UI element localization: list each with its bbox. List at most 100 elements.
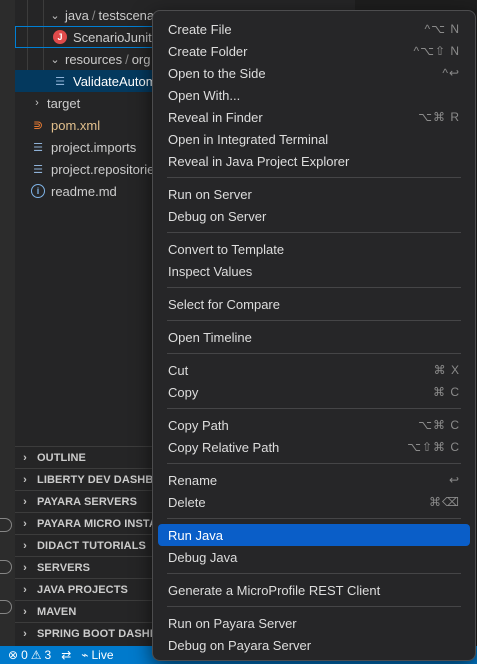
live-share-toggle[interactable]: ⇄	[61, 648, 71, 662]
panel-title: PAYARA SERVERS	[37, 495, 138, 508]
menu-item-label: Reveal in Java Project Explorer	[168, 153, 350, 169]
menu-divider	[167, 463, 461, 464]
chevron-right-icon: ›	[23, 539, 27, 552]
chevron-right-icon: ›	[23, 583, 27, 596]
panel-title: MAVEN	[37, 605, 77, 618]
chevron-right-icon: ›	[23, 495, 27, 508]
menu-item-shortcut: ⌘⌫	[429, 495, 460, 509]
live-server-button[interactable]: ⌁ Live	[81, 648, 113, 662]
menu-item-label: Debug Java	[168, 549, 238, 565]
menu-item-label: Delete	[168, 494, 206, 510]
menu-item-convert-to-template[interactable]: Convert to Template	[158, 238, 470, 260]
menu-divider	[167, 320, 461, 321]
menu-item-debug-on-payara[interactable]: Debug on Payara Server	[158, 634, 470, 656]
menu-item-copy-path[interactable]: Copy Path ⌥⌘ C	[158, 414, 470, 436]
java-file-icon: J	[53, 30, 67, 44]
panel-title: JAVA PROJECTS	[37, 583, 128, 596]
menu-item-label: Select for Compare	[168, 296, 280, 312]
menu-item-debug-on-server[interactable]: Debug on Server	[158, 205, 470, 227]
menu-item-label: Open With...	[168, 87, 241, 103]
menu-item-label: Copy	[168, 384, 199, 400]
menu-item-label: Copy Relative Path	[168, 439, 280, 455]
menu-divider	[167, 606, 461, 607]
menu-divider	[167, 408, 461, 409]
menu-item-open-in-terminal[interactable]: Open in Integrated Terminal	[158, 128, 470, 150]
live-share-icon: ⇄	[61, 648, 72, 662]
tree-label-sub: org	[131, 51, 151, 67]
menu-item-delete[interactable]: Delete ⌘⌫	[158, 491, 470, 513]
menu-item-label: Run on Payara Server	[168, 615, 297, 631]
menu-item-shortcut: ⌥⌘ R	[418, 110, 460, 124]
chevron-right-icon: ›	[23, 561, 27, 574]
menu-item-cut[interactable]: Cut ⌘ X	[158, 359, 470, 381]
menu-item-open-timeline[interactable]: Open Timeline	[158, 326, 470, 348]
menu-item-create-file[interactable]: Create File ^⌥ N	[158, 18, 470, 40]
menu-item-reveal-java-explorer[interactable]: Reveal in Java Project Explorer	[158, 150, 470, 172]
live-label: Live	[91, 648, 114, 662]
menu-item-run-on-server[interactable]: Run on Server	[158, 183, 470, 205]
menu-item-open-with[interactable]: Open With...	[158, 84, 470, 106]
menu-item-label: Generate a MicroProfile REST Client	[168, 582, 381, 598]
accounts-icon[interactable]	[0, 560, 12, 574]
panel-title: OUTLINE	[37, 451, 86, 464]
menu-item-shortcut: ⌘ C	[433, 385, 460, 399]
menu-item-shortcut: ↩	[448, 473, 460, 487]
menu-item-create-folder[interactable]: Create Folder ^⌥⇧ N	[158, 40, 470, 62]
extensions-icon[interactable]	[0, 518, 12, 532]
menu-item-label: Copy Path	[168, 417, 229, 433]
menu-item-rename[interactable]: Rename ↩	[158, 469, 470, 491]
tree-label: pom.xml	[51, 117, 101, 133]
text-file-icon: ☰	[55, 75, 65, 88]
menu-item-label: Rename	[168, 472, 218, 488]
menu-item-shortcut: ⌥⌘ C	[418, 418, 460, 432]
broadcast-icon: ⌁	[81, 648, 89, 662]
chevron-right-icon: ›	[23, 605, 27, 618]
menu-item-label: Open to the Side	[168, 65, 266, 81]
menu-item-label: Create Folder	[168, 43, 248, 59]
menu-divider	[167, 518, 461, 519]
activity-bar	[0, 0, 15, 646]
panel-title: SERVERS	[37, 561, 91, 574]
text-file-icon: ☰	[33, 141, 43, 154]
menu-item-inspect-values[interactable]: Inspect Values	[158, 260, 470, 282]
menu-divider	[167, 232, 461, 233]
info-icon: i	[31, 184, 45, 198]
chevron-right-icon: ›	[23, 473, 27, 486]
menu-item-shortcut: ^⌥⇧ N	[413, 44, 460, 58]
menu-item-label: Open Timeline	[168, 329, 252, 345]
tree-label: project.imports	[51, 139, 137, 155]
menu-item-run-java[interactable]: Run Java	[158, 524, 470, 546]
menu-item-shortcut: ^⌥ N	[424, 22, 460, 36]
chevron-right-icon: ›	[23, 517, 27, 530]
settings-icon[interactable]	[0, 600, 12, 614]
chevron-right-icon: ›	[23, 451, 27, 464]
menu-item-copy[interactable]: Copy ⌘ C	[158, 381, 470, 403]
menu-item-open-to-side[interactable]: Open to the Side ^↩	[158, 62, 470, 84]
menu-item-label: Cut	[168, 362, 189, 378]
menu-divider	[167, 353, 461, 354]
tree-label: resources	[65, 51, 123, 67]
xml-file-icon: ⋑	[32, 118, 44, 132]
menu-item-generate-rest-client[interactable]: Generate a MicroProfile REST Client	[158, 579, 470, 601]
menu-item-label: Run on Server	[168, 186, 252, 202]
chevron-down-icon: ⌄	[50, 53, 60, 66]
menu-item-label: Reveal in Finder	[168, 109, 263, 125]
menu-divider	[167, 287, 461, 288]
menu-item-reveal-in-finder[interactable]: Reveal in Finder ⌥⌘ R	[158, 106, 470, 128]
menu-item-run-on-payara[interactable]: Run on Payara Server	[158, 612, 470, 634]
chevron-right-icon: ›	[23, 627, 27, 640]
warning-icon: ⚠	[30, 648, 42, 662]
tree-label: readme.md	[51, 183, 117, 199]
path-separator: /	[125, 51, 129, 67]
menu-divider	[167, 573, 461, 574]
context-menu: Create File ^⌥ N Create Folder ^⌥⇧ N Ope…	[152, 10, 476, 661]
menu-item-label: Run Java	[168, 527, 223, 543]
menu-item-shortcut: ⌘ X	[433, 363, 460, 377]
text-file-icon: ☰	[33, 163, 43, 176]
menu-item-debug-java[interactable]: Debug Java	[158, 546, 470, 568]
menu-item-select-for-compare[interactable]: Select for Compare	[158, 293, 470, 315]
tree-label: project.repositories	[51, 161, 161, 177]
chevron-down-icon: ⌄	[50, 9, 60, 22]
menu-item-copy-relative-path[interactable]: Copy Relative Path ⌥⇧⌘ C	[158, 436, 470, 458]
problems-indicator[interactable]: ⊗ 0 ⚠ 3	[8, 648, 51, 662]
